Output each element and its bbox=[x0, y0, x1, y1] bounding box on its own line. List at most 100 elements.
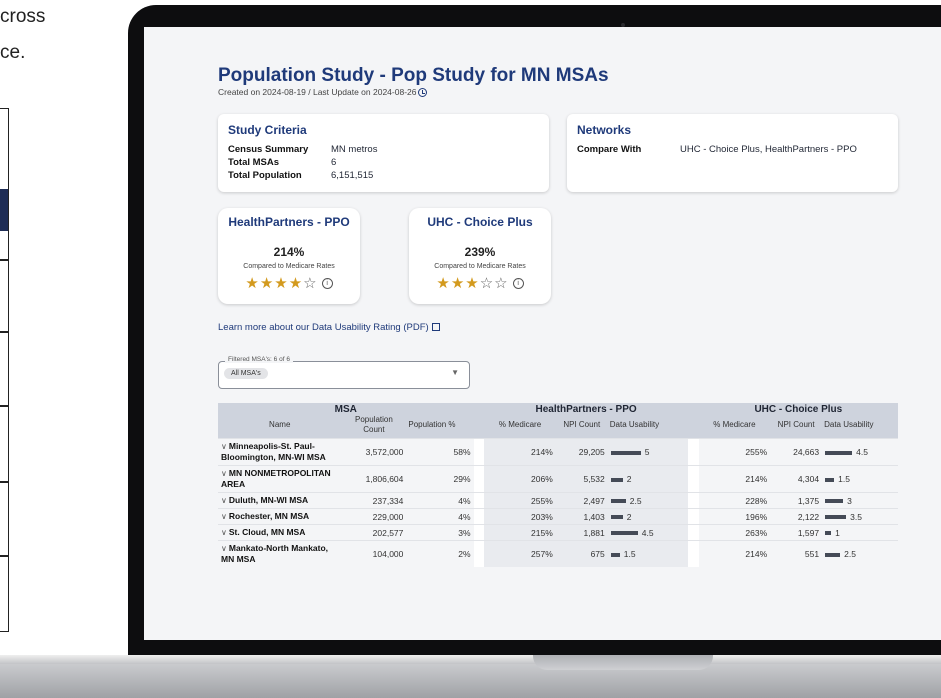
col-uhc-usability[interactable]: Data Usability bbox=[822, 415, 898, 439]
msa-table: MSA HealthPartners - PPO UHC - Choice Pl… bbox=[218, 403, 898, 567]
row-gap bbox=[687, 524, 699, 541]
star-filled-icon: ★ bbox=[288, 274, 304, 292]
star-empty-icon: ☆ bbox=[479, 274, 495, 292]
data-usability-link[interactable]: Learn more about our Data Usability Rati… bbox=[218, 322, 440, 333]
msa-filter-chip[interactable]: All MSA's bbox=[224, 368, 268, 379]
background-table-band bbox=[0, 189, 8, 231]
data-usability-cell: 3 bbox=[822, 492, 898, 509]
msa-filter-select[interactable]: Filtered MSA's: 6 of 6 All MSA's ▼ bbox=[218, 356, 470, 389]
criteria-row: Total Population 6,151,515 bbox=[228, 170, 373, 181]
chevron-down-icon[interactable]: ∨ bbox=[221, 528, 227, 537]
hp-npi-cell: 675 bbox=[555, 540, 608, 567]
usability-bar bbox=[610, 450, 641, 455]
data-usability-cell: 2 bbox=[607, 508, 688, 525]
data-usability-link-text[interactable]: Learn more about our Data Usability Rati… bbox=[218, 322, 429, 333]
usability-value: 3 bbox=[847, 495, 852, 506]
col-hp-usability[interactable]: Data Usability bbox=[607, 415, 688, 439]
col-uhc-npi[interactable]: NPI Count bbox=[770, 415, 823, 439]
laptop-base-edge bbox=[0, 655, 941, 664]
criteria-value: 6 bbox=[331, 157, 337, 168]
chevron-down-icon[interactable]: ∨ bbox=[221, 496, 227, 505]
msa-name-cell[interactable]: ∨ Minneapolis-St. Paul-Bloomington, MN-WI… bbox=[218, 438, 342, 466]
table-row[interactable]: ∨ Rochester, MN MSA 229,000 4% 203% 1,403 2 196… bbox=[218, 508, 898, 525]
background-table-line bbox=[0, 259, 8, 261]
star-filled-icon: ★ bbox=[245, 274, 260, 292]
info-icon[interactable]: i bbox=[321, 278, 333, 289]
table-row[interactable]: ∨ St. Cloud, MN MSA 202,577 3% 215% 1,881 4.5 2… bbox=[218, 524, 898, 541]
hp-medicare-cell: 206% bbox=[484, 465, 556, 493]
col-pop-pct[interactable]: Population % bbox=[406, 415, 474, 439]
msa-name: MN NONMETROPOLITAN AREA bbox=[221, 468, 331, 489]
rating-card-healthpartners[interactable]: HealthPartners - PPO 214% Compared to Me… bbox=[218, 208, 360, 304]
col-hp-npi[interactable]: NPI Count bbox=[555, 415, 608, 439]
criteria-label: Total MSAs bbox=[228, 157, 280, 168]
background-table-line bbox=[0, 555, 8, 557]
networks-row: Compare With UHC - Choice Plus, HealthPar… bbox=[577, 144, 857, 155]
external-link-icon[interactable] bbox=[431, 323, 440, 331]
laptop-screen: Population Study - Pop Study for MN MSAs… bbox=[144, 27, 941, 640]
row-gap bbox=[473, 508, 485, 525]
uhc-medicare-cell: 263% bbox=[698, 524, 771, 541]
usability-bar bbox=[825, 515, 847, 520]
group-header-hp: HealthPartners - PPO bbox=[484, 403, 688, 415]
row-gap bbox=[473, 438, 485, 466]
uhc-npi-cell: 24,663 bbox=[770, 438, 823, 466]
row-gap bbox=[473, 524, 485, 541]
chevron-down-icon[interactable]: ∨ bbox=[221, 442, 227, 451]
hp-npi-cell: 29,205 bbox=[555, 438, 608, 466]
msa-name: Mankato-North Mankato, MN MSA bbox=[221, 543, 329, 564]
usability-value: 3.5 bbox=[850, 511, 862, 522]
uhc-medicare-cell: 255% bbox=[698, 438, 771, 466]
table-row[interactable]: ∨ Minneapolis-St. Paul-Bloomington, MN-WI… bbox=[218, 438, 898, 466]
usability-bar bbox=[610, 552, 620, 557]
rating-card-percent: 214% bbox=[273, 245, 305, 259]
chevron-down-icon[interactable]: ∨ bbox=[221, 512, 227, 521]
page-title: Population Study - Pop Study for MN MSAs bbox=[218, 65, 609, 86]
background-text-line-1: cross bbox=[0, 6, 46, 27]
col-hp-medicare[interactable]: % Medicare bbox=[484, 415, 556, 439]
uhc-medicare-cell: 196% bbox=[698, 508, 771, 525]
population-count-cell: 3,572,000 bbox=[341, 438, 407, 466]
dropdown-arrow-icon[interactable]: ▼ bbox=[451, 368, 459, 377]
networks-card: Networks Compare With UHC - Choice Plus, … bbox=[567, 114, 898, 192]
data-usability-cell: 5 bbox=[607, 438, 688, 466]
rating-card-uhc[interactable]: UHC - Choice Plus 239% Compared to Medic… bbox=[409, 208, 551, 304]
usability-bar bbox=[825, 477, 835, 482]
usability-value: 2.5 bbox=[844, 549, 856, 559]
table-row[interactable]: ∨ Mankato-North Mankato, MN MSA 104,000 2% 2… bbox=[218, 540, 898, 567]
uhc-medicare-cell: 214% bbox=[698, 540, 771, 567]
msa-name-cell[interactable]: ∨ Mankato-North Mankato, MN MSA bbox=[218, 540, 342, 567]
study-criteria-heading: Study Criteria bbox=[228, 123, 307, 137]
hp-medicare-cell: 203% bbox=[484, 508, 556, 525]
chevron-down-icon[interactable]: ∨ bbox=[221, 544, 227, 553]
info-icon[interactable]: i bbox=[512, 278, 524, 289]
col-uhc-medicare[interactable]: % Medicare bbox=[698, 415, 771, 439]
hp-npi-cell: 5,532 bbox=[555, 465, 608, 493]
msa-name-cell[interactable]: ∨ St. Cloud, MN MSA bbox=[218, 524, 342, 541]
msa-name-cell[interactable]: ∨ Duluth, MN-WI MSA bbox=[218, 492, 342, 509]
star-filled-icon: ★ bbox=[450, 274, 466, 292]
msa-name-cell[interactable]: ∨ Rochester, MN MSA bbox=[218, 508, 342, 525]
population-count-cell: 104,000 bbox=[341, 540, 407, 567]
col-pop-count[interactable]: Population Count bbox=[341, 415, 407, 439]
msa-filter-label: Filtered MSA's: 6 of 6 bbox=[225, 356, 293, 363]
msa-name-cell[interactable]: ∨ MN NONMETROPOLITAN AREA bbox=[218, 465, 342, 493]
star-filled-icon: ★ bbox=[274, 274, 289, 292]
background-table-line bbox=[0, 405, 8, 407]
usability-value: 2.5 bbox=[629, 495, 642, 506]
table-row[interactable]: ∨ MN NONMETROPOLITAN AREA 1,806,604 29% 206%… bbox=[218, 465, 898, 493]
criteria-label: Census Summary bbox=[228, 144, 309, 155]
rating-card-name: UHC - Choice Plus bbox=[427, 215, 533, 229]
star-rating: ★★★☆☆ i bbox=[409, 274, 551, 292]
uhc-npi-cell: 1,375 bbox=[770, 492, 823, 509]
page-subtitle-text: Created on 2024-08-19 / Last Update on 2… bbox=[218, 87, 417, 97]
chevron-down-icon[interactable]: ∨ bbox=[221, 469, 227, 478]
table-row[interactable]: ∨ Duluth, MN-WI MSA 237,334 4% 255% 2,497 2.5 2… bbox=[218, 492, 898, 509]
row-gap bbox=[687, 508, 699, 525]
usability-bar bbox=[825, 531, 832, 536]
uhc-medicare-cell: 214% bbox=[698, 465, 771, 493]
uhc-npi-cell: 4,304 bbox=[770, 465, 823, 493]
row-gap bbox=[687, 540, 699, 567]
clock-icon[interactable] bbox=[418, 88, 428, 97]
col-name[interactable]: Name bbox=[218, 415, 342, 439]
